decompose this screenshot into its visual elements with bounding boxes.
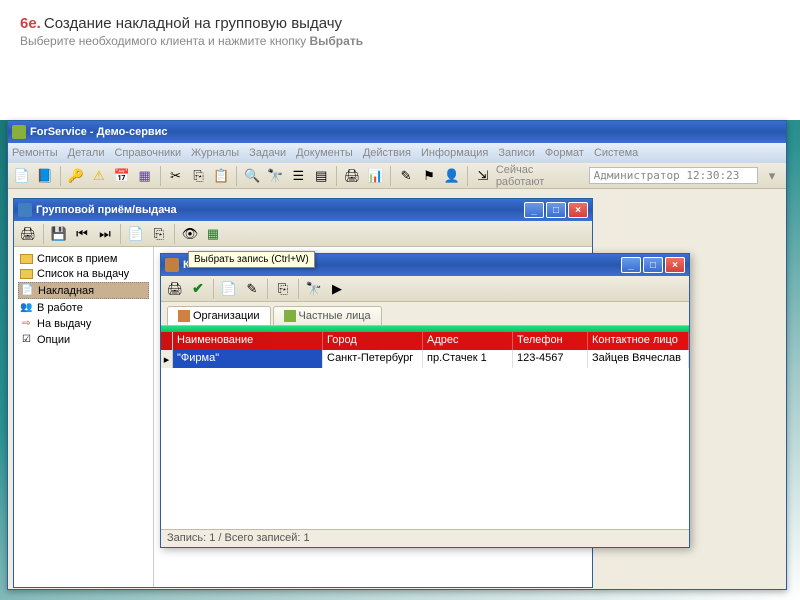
group-toolbar: 🖨 💾 ⏮ ⏭ 📄 ⎘ 👁 ▦ — [14, 221, 592, 247]
status-value: Администратор 12:30:23 — [589, 167, 758, 184]
list-icon[interactable]: ☰ — [288, 166, 308, 186]
select-button[interactable]: ✔ — [188, 279, 208, 299]
cut-icon[interactable]: ✂ — [166, 166, 186, 186]
maximize-button[interactable]: □ — [546, 202, 566, 218]
warning-icon[interactable]: ⚠ — [89, 166, 109, 186]
step-subtitle: Выберите необходимого клиента и нажмите … — [20, 34, 780, 48]
main-title: ForService - Демо-сервис — [30, 126, 782, 138]
minimize-button[interactable]: _ — [524, 202, 544, 218]
main-toolbar: 📄 📘 🔑 ⚠ 📅 ▦ ✂ ⎘ 📋 🔍 🔭 ☰ ▤ 🖨 📊 ✎ ⚑ 👤 ⇲ Се… — [8, 163, 786, 189]
print-icon[interactable]: 🖨 — [18, 224, 38, 244]
doc-icon: 📄 — [21, 284, 34, 297]
menu-item[interactable]: Журналы — [191, 147, 239, 159]
tree-item-work[interactable]: 👥 В работе — [18, 300, 149, 315]
person-icon — [284, 310, 296, 322]
dropdown-icon[interactable]: ▾ — [762, 166, 782, 186]
main-titlebar[interactable]: ForService - Демо-сервис — [8, 121, 786, 143]
search-icon[interactable]: 🔍 — [242, 166, 262, 186]
tree-item-options[interactable]: ☑ Опции — [18, 332, 149, 347]
close-button[interactable]: × — [665, 257, 685, 273]
menu-item[interactable]: Справочники — [114, 147, 181, 159]
binoculars-icon[interactable]: 🔭 — [304, 279, 324, 299]
group-titlebar[interactable]: Групповой приём/выдача _ □ × — [14, 199, 592, 221]
menu-item[interactable]: Документы — [296, 147, 353, 159]
gear-icon: 👥 — [20, 301, 33, 314]
excel-icon[interactable]: ▦ — [203, 224, 223, 244]
menu-item[interactable]: Записи — [498, 147, 535, 159]
person-icon[interactable]: 👤 — [442, 166, 462, 186]
paste-icon[interactable]: 📋 — [212, 166, 232, 186]
key-icon[interactable]: 🔑 — [66, 166, 86, 186]
tree-item-invoice[interactable]: 📄 Накладная — [18, 282, 149, 299]
copy-icon[interactable]: ⎘ — [189, 166, 209, 186]
table-row[interactable]: ▸ "Фирма" Санкт-Петербург пр.Стачек 1 12… — [161, 350, 689, 368]
menu-item[interactable]: Система — [594, 147, 638, 159]
tab-individuals[interactable]: Частные лица — [273, 306, 382, 325]
new-doc-icon[interactable]: 📄 — [12, 166, 32, 186]
binoculars-icon[interactable]: 🔭 — [265, 166, 285, 186]
view-icon[interactable]: 👁 — [180, 224, 200, 244]
step-title: Создание накладной на групповую выдачу — [44, 15, 342, 32]
close-button[interactable]: × — [568, 202, 588, 218]
open-icon[interactable]: 📘 — [35, 166, 55, 186]
card-icon[interactable]: ▦ — [135, 166, 155, 186]
folder-icon — [20, 269, 33, 279]
col-name[interactable]: Наименование — [173, 332, 323, 350]
folder-icon — [20, 254, 33, 264]
tabs: Организации Частные лица — [161, 302, 689, 326]
col-city[interactable]: Город — [323, 332, 423, 350]
menu-item[interactable]: Формат — [545, 147, 584, 159]
instruction-block: 6е. Создание накладной на групповую выда… — [0, 0, 800, 78]
col-phone[interactable]: Телефон — [513, 332, 588, 350]
main-menubar: Ремонты Детали Справочники Журналы Задач… — [8, 143, 786, 163]
data-grid[interactable]: Наименование Город Адрес Телефон Контакт… — [161, 326, 689, 528]
calendar-icon[interactable]: 📅 — [112, 166, 132, 186]
options-icon: ☑ — [20, 333, 33, 346]
step-number: 6е. — [20, 15, 41, 32]
edit-icon[interactable]: ✎ — [242, 279, 262, 299]
tree-item-output[interactable]: Список на выдачу — [18, 267, 149, 281]
client-popup-window: Кли _ □ × 🖨 ✔ 📄 ✎ ⎘ 🔭 ▶ Организации Част… — [160, 253, 690, 548]
row-marker-icon: ▸ — [161, 350, 173, 368]
print-icon[interactable]: 🖨 — [165, 279, 185, 299]
tree-item-delivery[interactable]: ⇨ На выдачу — [18, 316, 149, 331]
maximize-button[interactable]: □ — [643, 257, 663, 273]
menu-item[interactable]: Действия — [363, 147, 411, 159]
new-icon[interactable]: 📄 — [219, 279, 239, 299]
org-icon — [178, 310, 190, 322]
tree-panel: Список в прием Список на выдачу 📄 Наклад… — [14, 247, 154, 587]
printer-icon[interactable]: 🖨 — [342, 166, 362, 186]
chart-icon[interactable]: 📊 — [365, 166, 385, 186]
first-icon[interactable]: ⏮ — [72, 224, 92, 244]
menu-item[interactable]: Детали — [68, 147, 105, 159]
group-icon — [18, 203, 32, 217]
app-icon — [12, 125, 26, 139]
out-icon: ⇨ — [20, 317, 33, 330]
popup-toolbar: 🖨 ✔ 📄 ✎ ⎘ 🔭 ▶ — [161, 276, 689, 302]
minimize-button[interactable]: _ — [621, 257, 641, 273]
status-label: Сейчас работают — [496, 164, 585, 188]
copy-icon[interactable]: ⎘ — [273, 279, 293, 299]
statusbar: Запись: 1 / Всего записей: 1 — [161, 529, 689, 547]
menu-item[interactable]: Ремонты — [12, 147, 58, 159]
new-icon[interactable]: 📄 — [126, 224, 146, 244]
col-addr[interactable]: Адрес — [423, 332, 513, 350]
client-icon — [165, 258, 179, 272]
grid-header: Наименование Город Адрес Телефон Контакт… — [161, 332, 689, 350]
form-icon[interactable]: ▤ — [311, 166, 331, 186]
tooltip: Выбрать запись (Ctrl+W) — [188, 251, 315, 268]
group-title: Групповой приём/выдача — [36, 204, 524, 216]
tab-organizations[interactable]: Организации — [167, 306, 271, 325]
col-contact[interactable]: Контактное лицо — [588, 332, 689, 350]
last-icon[interactable]: ⏭ — [95, 224, 115, 244]
find-next-icon[interactable]: ▶ — [327, 279, 347, 299]
copy-icon[interactable]: ⎘ — [149, 224, 169, 244]
export-icon[interactable]: ⇲ — [473, 166, 493, 186]
flag-icon[interactable]: ⚑ — [419, 166, 439, 186]
save-icon[interactable]: 💾 — [49, 224, 69, 244]
tree-item-intake[interactable]: Список в прием — [18, 252, 149, 266]
menu-item[interactable]: Задачи — [249, 147, 286, 159]
menu-item[interactable]: Информация — [421, 147, 488, 159]
edit-icon[interactable]: ✎ — [396, 166, 416, 186]
